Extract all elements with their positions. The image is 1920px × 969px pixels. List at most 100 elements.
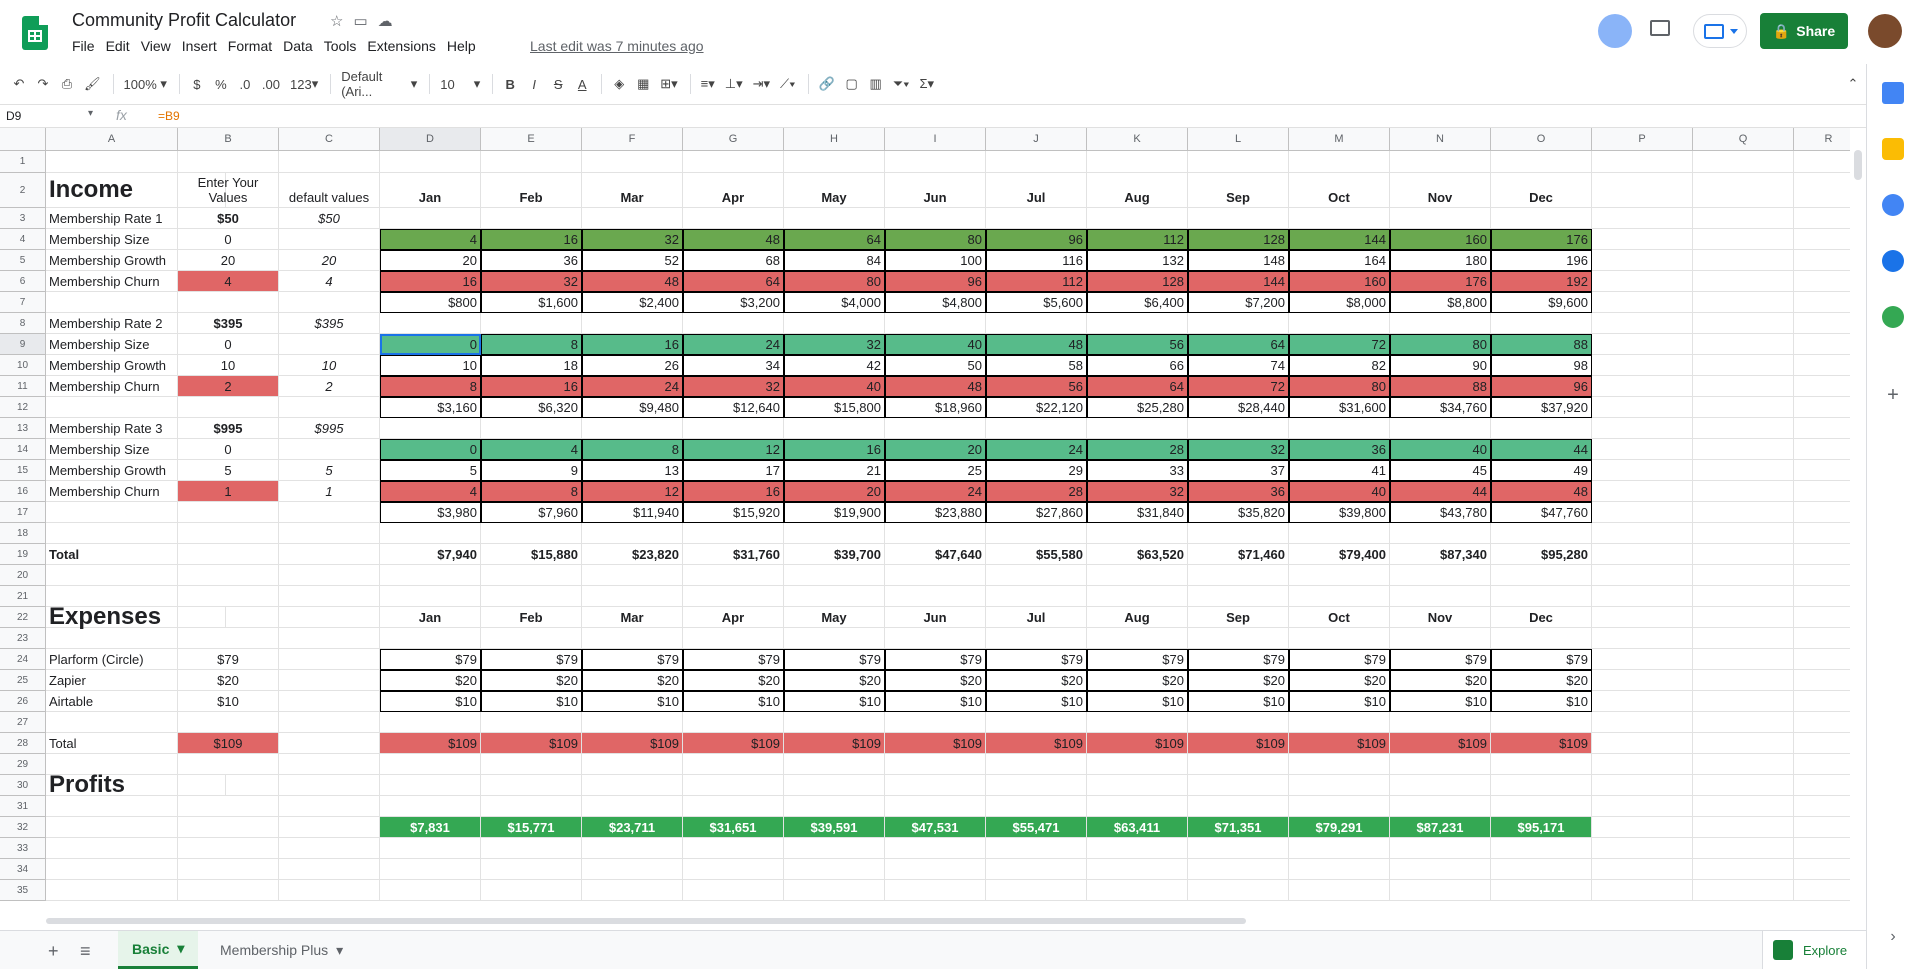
month-value[interactable]: 0 [380, 439, 481, 460]
explore-button[interactable]: Explore [1762, 931, 1866, 969]
row-header-19[interactable]: 19 [0, 544, 46, 565]
revenue-value[interactable]: $27,860 [986, 502, 1087, 523]
insert-chart-icon[interactable]: ▥ [865, 72, 887, 96]
month-value[interactable]: 82 [1289, 355, 1390, 376]
cell[interactable] [1390, 565, 1491, 586]
cell[interactable] [1289, 775, 1390, 796]
income-total-value[interactable]: $55,580 [986, 544, 1087, 565]
cell[interactable] [1693, 502, 1794, 523]
cell[interactable] [582, 565, 683, 586]
profit-value[interactable]: $39,591 [784, 817, 885, 838]
cell[interactable] [46, 151, 178, 173]
cell[interactable] [986, 712, 1087, 733]
churn-input[interactable]: 4 [178, 271, 279, 292]
cell[interactable] [1087, 838, 1188, 859]
menu-item-format[interactable]: Format [228, 38, 272, 54]
row-label[interactable]: Membership Churn [46, 376, 178, 397]
cell[interactable] [1794, 838, 1850, 859]
month-value[interactable]: 148 [1188, 250, 1289, 271]
profit-value[interactable]: $55,471 [986, 817, 1087, 838]
row-header-34[interactable]: 34 [0, 859, 46, 880]
cell[interactable] [1188, 880, 1289, 901]
month-value[interactable]: 40 [1289, 481, 1390, 502]
cell[interactable] [178, 586, 279, 607]
cell[interactable] [1592, 313, 1693, 334]
expense-value[interactable]: $20 [784, 670, 885, 691]
month-value[interactable]: 112 [1087, 229, 1188, 250]
expense-value[interactable]: $79 [582, 649, 683, 670]
expense-value[interactable]: $79 [1188, 649, 1289, 670]
cell[interactable] [279, 733, 380, 754]
cell[interactable] [481, 775, 582, 796]
cell[interactable] [1390, 151, 1491, 173]
month-header[interactable]: May [784, 607, 885, 628]
row-header-28[interactable]: 28 [0, 733, 46, 754]
cell[interactable] [1794, 418, 1850, 439]
month-header[interactable]: Feb [481, 607, 582, 628]
row-label[interactable]: Membership Size [46, 334, 178, 355]
month-header[interactable]: Dec [1491, 173, 1592, 208]
cell[interactable] [380, 796, 481, 817]
expense-value[interactable]: $10 [885, 691, 986, 712]
text-rotation-icon[interactable]: ⟋▾ [776, 72, 799, 96]
cell[interactable] [784, 880, 885, 901]
cell[interactable] [279, 151, 380, 173]
row-header-1[interactable]: 1 [0, 151, 46, 173]
month-value[interactable]: 36 [1188, 481, 1289, 502]
cell[interactable] [1693, 460, 1794, 481]
cell[interactable] [1592, 712, 1693, 733]
cell[interactable] [1592, 151, 1693, 173]
row-header-6[interactable]: 6 [0, 271, 46, 292]
insert-link-icon[interactable]: 🔗 [815, 72, 839, 96]
cell[interactable] [1390, 838, 1491, 859]
cell[interactable] [1188, 565, 1289, 586]
star-icon[interactable]: ☆ [330, 12, 343, 30]
cell[interactable] [1592, 544, 1693, 565]
cell[interactable] [1491, 796, 1592, 817]
cell[interactable] [784, 628, 885, 649]
revenue-value[interactable]: $31,840 [1087, 502, 1188, 523]
cell[interactable] [1491, 775, 1592, 796]
percent-button[interactable]: % [210, 72, 232, 96]
cell[interactable] [582, 838, 683, 859]
month-value[interactable]: 8 [582, 439, 683, 460]
menu-item-help[interactable]: Help [447, 38, 476, 54]
month-header[interactable]: Apr [683, 173, 784, 208]
expense-total-input[interactable]: $109 [178, 733, 279, 754]
month-header[interactable]: Mar [582, 607, 683, 628]
cell[interactable] [46, 796, 178, 817]
tasks-icon[interactable] [1882, 194, 1904, 216]
month-value[interactable]: 40 [784, 376, 885, 397]
revenue-value[interactable]: $9,600 [1491, 292, 1592, 313]
month-value[interactable]: 26 [582, 355, 683, 376]
cell[interactable] [683, 565, 784, 586]
collapse-toolbar-icon[interactable]: ⌃ [1842, 72, 1864, 96]
cell[interactable] [1693, 334, 1794, 355]
cell[interactable] [784, 838, 885, 859]
section-title-profits[interactable]: Profits [46, 771, 226, 798]
chevron-down-icon[interactable]: ▾ [88, 108, 93, 119]
revenue-value[interactable]: $47,760 [1491, 502, 1592, 523]
column-header-j[interactable]: J [986, 128, 1087, 151]
cell[interactable] [683, 313, 784, 334]
month-value[interactable]: 66 [1087, 355, 1188, 376]
vertical-scrollbar[interactable] [1854, 150, 1862, 180]
maps-icon[interactable] [1882, 306, 1904, 328]
month-header[interactable]: Sep [1188, 607, 1289, 628]
cell[interactable] [46, 523, 178, 544]
cell[interactable] [1491, 565, 1592, 586]
cell[interactable] [481, 712, 582, 733]
cell[interactable] [1390, 880, 1491, 901]
cell[interactable] [1592, 376, 1693, 397]
cell[interactable] [1592, 229, 1693, 250]
rate-default[interactable]: $395 [279, 313, 380, 334]
row-header-11[interactable]: 11 [0, 376, 46, 397]
month-header[interactable]: Aug [1087, 607, 1188, 628]
cell[interactable] [885, 313, 986, 334]
month-header[interactable]: May [784, 173, 885, 208]
row-header-33[interactable]: 33 [0, 838, 46, 859]
cell[interactable] [1188, 208, 1289, 229]
cell[interactable] [279, 649, 380, 670]
column-header-f[interactable]: F [582, 128, 683, 151]
cell[interactable] [1693, 670, 1794, 691]
